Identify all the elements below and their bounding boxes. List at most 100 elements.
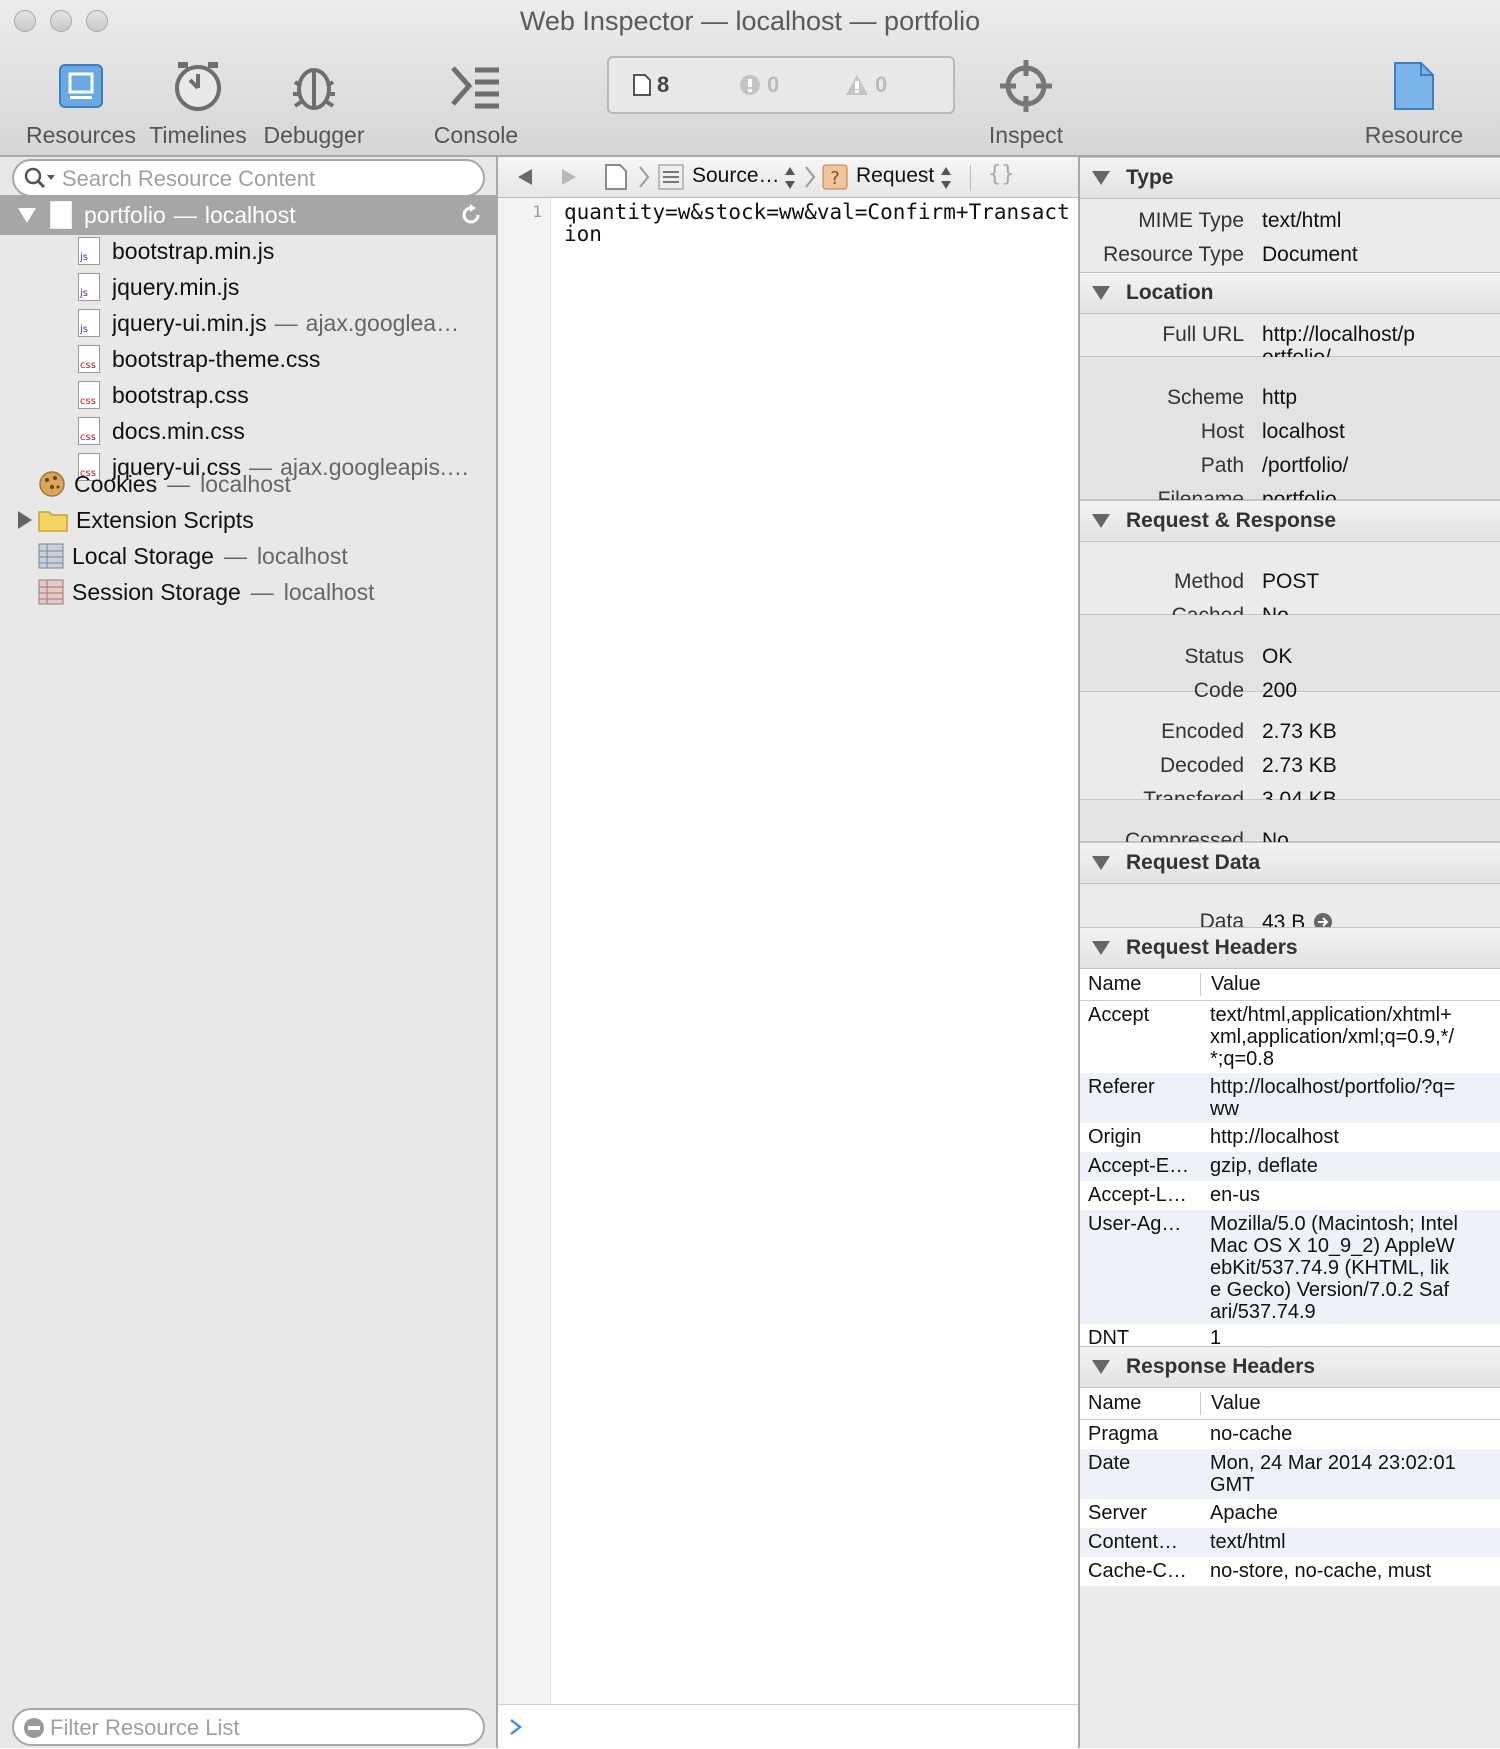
status-row: Status OK	[1080, 645, 1500, 669]
pretty-print-braces-icon[interactable]: {}	[988, 162, 1015, 187]
section-location-header[interactable]: Location	[1080, 272, 1500, 314]
header-row[interactable]: User-Ag… Mozilla/5.0 (Macintosh; Intel Ma…	[1080, 1210, 1500, 1324]
separator-dash: —	[173, 201, 197, 228]
scheme-row: Scheme http	[1080, 386, 1500, 410]
section-title: Location	[1126, 281, 1214, 304]
resource-details-button[interactable]: Resource	[1344, 56, 1484, 149]
field-label: Decoded	[1159, 754, 1244, 777]
disclosure-triangle-icon[interactable]	[1092, 286, 1110, 300]
tree-item-file[interactable]: css docs.min.css	[0, 411, 496, 451]
disclosure-triangle-icon[interactable]	[1092, 514, 1110, 528]
header-row[interactable]: Accept-L… en-us	[1080, 1181, 1500, 1210]
cookie-icon	[39, 471, 65, 497]
disclosure-triangle-icon[interactable]	[1092, 171, 1110, 185]
activity-counter[interactable]: 8 0 0	[607, 56, 955, 114]
resource-count-value: 8	[657, 72, 670, 97]
section-request-data-header[interactable]: Request Data	[1080, 842, 1500, 884]
tree-item-session-storage[interactable]: Session Storage — localhost	[0, 572, 496, 612]
file-name: docs.min.css	[112, 417, 245, 444]
updown-arrows-icon[interactable]	[784, 165, 796, 191]
disclosure-triangle-icon[interactable]	[1092, 1360, 1110, 1374]
header-row[interactable]: Server Apache	[1080, 1499, 1500, 1528]
disclosure-triangle-icon[interactable]	[1092, 941, 1110, 955]
field-value: OK	[1262, 645, 1293, 668]
tree-item-local-storage[interactable]: Local Storage — localhost	[0, 536, 496, 576]
breadcrumb-chevron-icon	[805, 166, 816, 188]
field-label: MIME Type	[1138, 209, 1244, 232]
header-name: User-Ag…	[1088, 1213, 1182, 1235]
tree-item-file[interactable]: css bootstrap-theme.css	[0, 339, 496, 379]
local-storage-host: localhost	[256, 542, 348, 569]
tree-item-file[interactable]: js bootstrap.min.js	[0, 231, 496, 271]
breadcrumb-document-icon[interactable]	[604, 163, 630, 191]
header-value: text/html	[1210, 1531, 1286, 1553]
console-tab[interactable]: Console	[406, 56, 546, 149]
field-label: Host	[1200, 420, 1244, 443]
resources-sidebar: portfolio — localhost js bootstrap.min.js…	[0, 157, 498, 1748]
tree-item-file[interactable]: js jquery.min.js	[0, 267, 496, 307]
warning-count-value: 0	[875, 72, 888, 97]
content-view: Source… ? Request {} 1 quantity=w&stock=…	[498, 157, 1078, 1749]
section-title: Request Data	[1126, 851, 1261, 874]
section-response-headers-header[interactable]: Response Headers	[1080, 1346, 1500, 1388]
filter-input[interactable]	[48, 1713, 462, 1743]
separator-dash: —	[167, 470, 191, 497]
header-name: Origin	[1088, 1126, 1142, 1148]
field-value: text/html	[1262, 209, 1342, 232]
window-title: Web Inspector — localhost — portfolio	[519, 6, 981, 36]
line-number: 1	[532, 202, 542, 221]
header-row[interactable]: Referer http://localhost/portfolio/?q=ww	[1080, 1073, 1500, 1123]
section-type-header[interactable]: Type	[1080, 157, 1500, 199]
tree-item-cookies[interactable]: Cookies — localhost	[0, 464, 496, 504]
tree-item-file[interactable]: js jquery-ui.min.js — ajax.googlea…	[0, 303, 496, 343]
header-value: no-cache	[1210, 1423, 1293, 1445]
warning-count: 0	[845, 72, 887, 98]
disclosure-triangle-icon[interactable]	[18, 511, 32, 529]
resource-details-sidebar: Type MIME Type text/html Resource Type Doc…	[1078, 157, 1500, 1748]
header-row[interactable]: Pragma no-cache	[1080, 1420, 1500, 1449]
updown-arrows-icon[interactable]	[940, 165, 952, 191]
tree-item-extension-scripts[interactable]: Extension Scripts	[0, 500, 496, 540]
request-selector[interactable]: Request	[856, 164, 934, 188]
debugger-tab[interactable]: Debugger	[244, 56, 384, 149]
session-storage-host: localhost	[283, 578, 375, 605]
resources-icon	[59, 64, 103, 108]
column-value[interactable]: Value	[1211, 973, 1261, 996]
disclosure-triangle-icon[interactable]	[18, 207, 36, 223]
header-row[interactable]: Accept text/html,application/xhtml+xml,ap…	[1080, 1001, 1500, 1073]
request-headers-column-header: Name Value	[1080, 969, 1500, 1001]
header-row[interactable]: Content… text/html	[1080, 1528, 1500, 1557]
header-row[interactable]: Origin http://localhost	[1080, 1123, 1500, 1152]
document-icon	[50, 201, 72, 229]
section-request-headers-header[interactable]: Request Headers	[1080, 927, 1500, 969]
file-name: bootstrap-theme.css	[112, 345, 321, 372]
tree-item-file[interactable]: css bootstrap.css	[0, 375, 496, 415]
request-body-text[interactable]: quantity=w&stock=ww&val=Confirm+Transact…	[564, 201, 1070, 245]
header-row[interactable]: Accept-E… gzip, deflate	[1080, 1152, 1500, 1181]
header-row[interactable]: Date Mon, 24 Mar 2014 23:02:01 GMT	[1080, 1449, 1500, 1499]
reload-icon[interactable]	[460, 204, 482, 226]
header-name: Pragma	[1088, 1423, 1159, 1445]
breadcrumb-chevron-icon	[639, 166, 650, 188]
disclosure-triangle-icon[interactable]	[1092, 856, 1110, 870]
quick-console[interactable]	[498, 1704, 1078, 1749]
file-name: bootstrap.css	[112, 381, 249, 408]
inspect-button[interactable]: Inspect	[956, 56, 1096, 149]
tree-root-portfolio[interactable]: portfolio — localhost	[0, 195, 496, 235]
column-name[interactable]: Name	[1080, 973, 1201, 996]
header-name: Date	[1088, 1452, 1131, 1474]
filter-resource-list[interactable]	[12, 1708, 485, 1746]
column-value[interactable]: Value	[1211, 1392, 1261, 1415]
header-row[interactable]: Cache-C… no-store, no-cache, must	[1080, 1557, 1500, 1586]
search-resource-content[interactable]	[12, 159, 485, 197]
forward-arrow-icon[interactable]	[560, 167, 578, 187]
bug-icon	[293, 68, 335, 110]
header-name: Accept	[1088, 1004, 1150, 1026]
back-arrow-icon[interactable]	[516, 167, 534, 187]
search-input[interactable]	[60, 164, 474, 194]
field-value: Document	[1262, 243, 1358, 266]
column-name[interactable]: Name	[1080, 1392, 1201, 1415]
source-selector[interactable]: Source…	[692, 164, 780, 188]
section-request-response-header[interactable]: Request & Response	[1080, 500, 1500, 542]
section-title: Response Headers	[1126, 1355, 1316, 1378]
